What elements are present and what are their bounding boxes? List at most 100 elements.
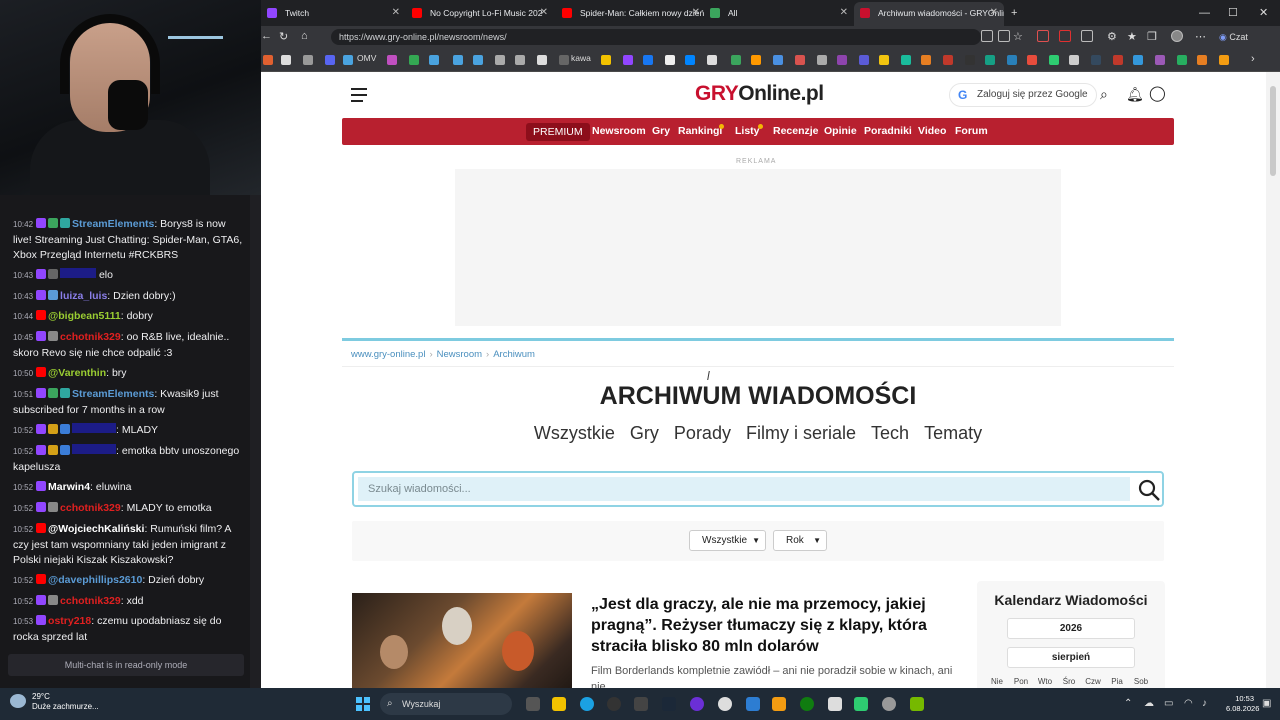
nvidia-icon[interactable] — [910, 697, 924, 711]
chat-username[interactable]: @bigbean5111 — [48, 310, 121, 322]
tab-all[interactable]: All ✕ — [704, 2, 854, 26]
minimize-button[interactable]: — — [1199, 0, 1210, 26]
chat-username[interactable]: @Varenthin — [48, 367, 106, 379]
bookmark-icon[interactable] — [965, 55, 975, 65]
bookmark-icon[interactable] — [901, 55, 911, 65]
chat-username[interactable]: Marwin4 — [48, 481, 90, 493]
nav-recenzje[interactable]: Recenzje — [773, 125, 819, 137]
bookmark-icon[interactable] — [837, 55, 847, 65]
app-icon[interactable] — [772, 697, 786, 711]
ad-banner[interactable] — [455, 169, 1061, 326]
notifications-icon[interactable]: ▣ — [1262, 698, 1271, 709]
chat-username[interactable]: cchotnik329 — [60, 595, 121, 607]
network-icon[interactable]: ▭ — [1164, 698, 1173, 709]
bookmark-icon[interactable] — [817, 55, 827, 65]
bookmark-icon[interactable] — [263, 55, 273, 65]
xbox-icon[interactable] — [800, 697, 814, 711]
bookmark-icon[interactable] — [343, 55, 353, 65]
chat-username[interactable] — [72, 423, 117, 433]
chat-username[interactable] — [72, 444, 117, 454]
bookmark-icon[interactable] — [429, 55, 439, 65]
bookmark-icon[interactable] — [473, 55, 483, 65]
weather-widget[interactable]: 29°C Duże zachmurze... — [10, 692, 99, 712]
bookmark-icon[interactable] — [859, 55, 869, 65]
app-icon[interactable] — [607, 697, 621, 711]
close-tab-icon[interactable]: ✕ — [392, 2, 400, 24]
category-gry[interactable]: Gry — [630, 423, 659, 443]
wifi-icon[interactable]: ◠ — [1184, 698, 1193, 709]
maximize-button[interactable]: ☐ — [1228, 0, 1238, 26]
bookmark-icon[interactable] — [707, 55, 717, 65]
category-filmy[interactable]: Filmy i seriale — [746, 423, 856, 443]
chat-username[interactable]: @davephillips2610 — [48, 574, 142, 586]
year-select[interactable]: Rok ▼ — [773, 530, 827, 551]
search-icon[interactable]: ⌕ — [1100, 86, 1108, 103]
bookmark-icon[interactable] — [281, 55, 291, 65]
chat-username[interactable]: ostry218 — [48, 615, 91, 627]
nav-video[interactable]: Video — [918, 125, 946, 137]
tab-spiderman[interactable]: Spider-Man: Całkiem nowy dzień ✕ — [556, 2, 706, 26]
tab-archiwum[interactable]: Archiwum wiadomości - GRYOnlin ✕ — [854, 2, 1004, 26]
nav-opinie[interactable]: Opinie — [824, 125, 857, 137]
bookmark-icon[interactable] — [1027, 55, 1037, 65]
chat-username[interactable]: luiza_luis — [60, 290, 107, 302]
bookmark-icon[interactable] — [303, 55, 313, 65]
nav-poradniki[interactable]: Poradniki — [864, 125, 912, 137]
nav-newsroom[interactable]: Newsroom — [592, 125, 646, 137]
bookmark-icon[interactable] — [1049, 55, 1059, 65]
calendar-year-button[interactable]: 2026 — [1007, 618, 1135, 639]
profile-avatar[interactable] — [1171, 30, 1183, 42]
new-tab-button[interactable]: + — [1011, 0, 1017, 26]
bookmark-icon[interactable] — [601, 55, 611, 65]
nav-forum[interactable]: Forum — [955, 125, 988, 137]
clock[interactable]: 10:53 6.08.2026 — [1226, 694, 1259, 714]
bookmark-icon[interactable] — [515, 55, 525, 65]
bookmark-icon[interactable] — [1007, 55, 1017, 65]
bookmarks-overflow-icon[interactable]: › — [1251, 53, 1255, 65]
extension-icon[interactable] — [1059, 30, 1071, 42]
bookmark-icon[interactable] — [1155, 55, 1165, 65]
favorite-star-icon[interactable]: ☆ — [1013, 30, 1023, 43]
back-icon[interactable]: ← — [261, 30, 272, 42]
maps-icon[interactable] — [718, 697, 732, 711]
search-input[interactable] — [358, 477, 1130, 501]
split-screen-icon[interactable] — [981, 30, 993, 42]
close-tab-icon[interactable]: ✕ — [990, 2, 998, 24]
app-icon[interactable] — [746, 697, 760, 711]
task-view-icon[interactable] — [526, 697, 540, 711]
category-wszystkie[interactable]: Wszystkie — [534, 423, 615, 443]
breadcrumb-archiwum[interactable]: Archiwum — [493, 349, 535, 360]
tray-overflow-icon[interactable]: ⌃ — [1124, 698, 1132, 709]
search-icon[interactable] — [1137, 478, 1161, 502]
drive-icon[interactable] — [409, 55, 419, 65]
bookmark-icon[interactable] — [943, 55, 953, 65]
nav-rankingi[interactable]: Rankingi — [678, 125, 722, 137]
article-title[interactable]: „Jest dla graczy, ale nie ma przemocy, j… — [591, 594, 966, 657]
bookmark-icon[interactable] — [731, 55, 741, 65]
bookmark-icon[interactable] — [1113, 55, 1123, 65]
amazon-icon[interactable] — [751, 55, 761, 65]
article-thumbnail[interactable] — [352, 593, 572, 688]
chat-username[interactable]: cchotnik329 — [60, 502, 121, 514]
chat-username[interactable]: @WojciechKaliński — [48, 523, 144, 535]
bookmark-icon[interactable] — [559, 55, 569, 65]
chat-username[interactable]: StreamElements — [72, 218, 154, 230]
chat-username[interactable]: cchotnik329 — [60, 331, 121, 343]
bookmark-icon[interactable] — [879, 55, 889, 65]
facebook-icon[interactable] — [643, 55, 653, 65]
category-tematy[interactable]: Tematy — [924, 423, 982, 443]
nav-premium[interactable]: PREMIUM — [526, 123, 590, 141]
close-tab-icon[interactable]: ✕ — [692, 2, 700, 24]
home-icon[interactable]: ⌂ — [301, 30, 308, 42]
bookmark-icon[interactable] — [537, 55, 547, 65]
calendar-month-button[interactable]: sierpień — [1007, 647, 1135, 668]
taskbar-search[interactable]: ⌕ Wyszukaj — [380, 693, 512, 715]
windows-start-icon[interactable] — [356, 697, 370, 711]
category-select[interactable]: Wszystkie ▼ — [689, 530, 766, 551]
bookmark-icon[interactable] — [1133, 55, 1143, 65]
volume-icon[interactable]: ♪ — [1202, 698, 1207, 709]
more-menu-icon[interactable]: ⋯ — [1195, 30, 1206, 43]
close-tab-icon[interactable]: ✕ — [840, 2, 848, 24]
chat-username[interactable] — [60, 268, 97, 278]
bookmark-icon[interactable] — [985, 55, 995, 65]
